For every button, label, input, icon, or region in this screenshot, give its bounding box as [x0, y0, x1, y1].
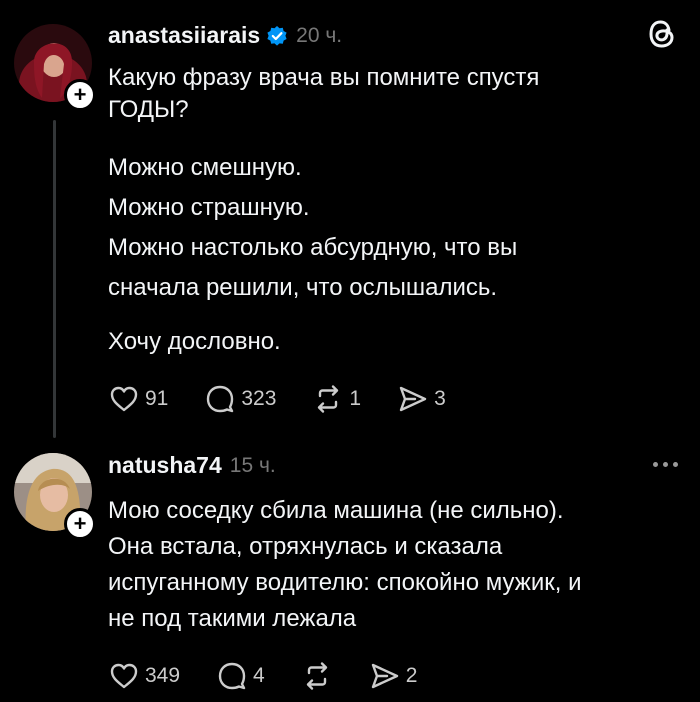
- comment-count: 323: [241, 387, 277, 410]
- send-icon: [399, 386, 427, 412]
- thread-connector-line: [53, 120, 56, 438]
- username[interactable]: anastasiiarais: [108, 22, 260, 49]
- repost-button[interactable]: 1: [312, 383, 361, 415]
- comment-count: 4: [253, 664, 265, 687]
- text-line: Мою соседку сбила машина (не сильно).: [108, 497, 564, 524]
- post-header: anastasiiarais 20 ч.: [108, 22, 342, 49]
- text-line: Можно страшную.: [108, 194, 310, 221]
- follow-plus-button[interactable]: +: [64, 79, 96, 111]
- repost-icon: [306, 662, 327, 690]
- text-line: Она встала, отряхнулась и сказала: [108, 533, 503, 560]
- text-line: Можно смешную.: [108, 154, 302, 181]
- like-count: 349: [145, 664, 181, 687]
- username[interactable]: natusha74: [108, 452, 222, 479]
- comment-bubble-icon: [218, 662, 246, 690]
- post-actions: 91 323 1 3: [108, 383, 482, 415]
- heart-icon: [110, 386, 138, 412]
- post-text: Какую фразу врача вы помните спустя ГОДЫ…: [108, 62, 678, 358]
- comment-bubble-icon: [207, 385, 234, 413]
- like-button[interactable]: 349: [108, 660, 180, 692]
- text-line: испуганному водителю: спокойно мужик, и: [108, 569, 582, 596]
- post-time: 15 ч.: [229, 453, 276, 477]
- repost-count: 1: [349, 387, 362, 410]
- share-button[interactable]: 3: [397, 383, 446, 415]
- verified-badge-icon: [267, 25, 287, 46]
- like-button[interactable]: 91: [108, 383, 168, 415]
- share-count: 2: [405, 664, 418, 687]
- post-text: Мою соседку сбила машина (не сильно). Он…: [108, 493, 678, 637]
- comment-button[interactable]: 323: [204, 383, 276, 415]
- share-count: 3: [434, 387, 446, 410]
- share-button[interactable]: 2: [369, 660, 418, 692]
- post-time: 20 ч.: [296, 23, 343, 47]
- text-line: ГОДЫ?: [108, 96, 189, 123]
- text-line: не под такими лежала: [108, 605, 357, 632]
- send-icon: [371, 663, 398, 689]
- like-count: 91: [145, 387, 169, 410]
- heart-icon: [110, 663, 138, 689]
- text-line: Хочу дословно.: [108, 328, 281, 355]
- repost-button[interactable]: [301, 660, 333, 692]
- plus-icon: +: [73, 511, 87, 536]
- post-actions: 349 4 2: [108, 660, 453, 692]
- repost-icon: [318, 385, 339, 413]
- threads-logo-icon[interactable]: [644, 16, 680, 52]
- post-header: natusha74 15 ч.: [108, 452, 276, 479]
- comment-button[interactable]: 4: [216, 660, 265, 692]
- plus-icon: +: [73, 82, 87, 107]
- text-line: сначала решили, что ослышались.: [108, 274, 498, 301]
- text-line: Можно настолько абсурдную, что вы: [108, 234, 518, 261]
- follow-plus-button[interactable]: +: [64, 508, 96, 540]
- text-line: Какую фразу врача вы помните спустя: [108, 64, 540, 91]
- more-icon[interactable]: [648, 462, 678, 467]
